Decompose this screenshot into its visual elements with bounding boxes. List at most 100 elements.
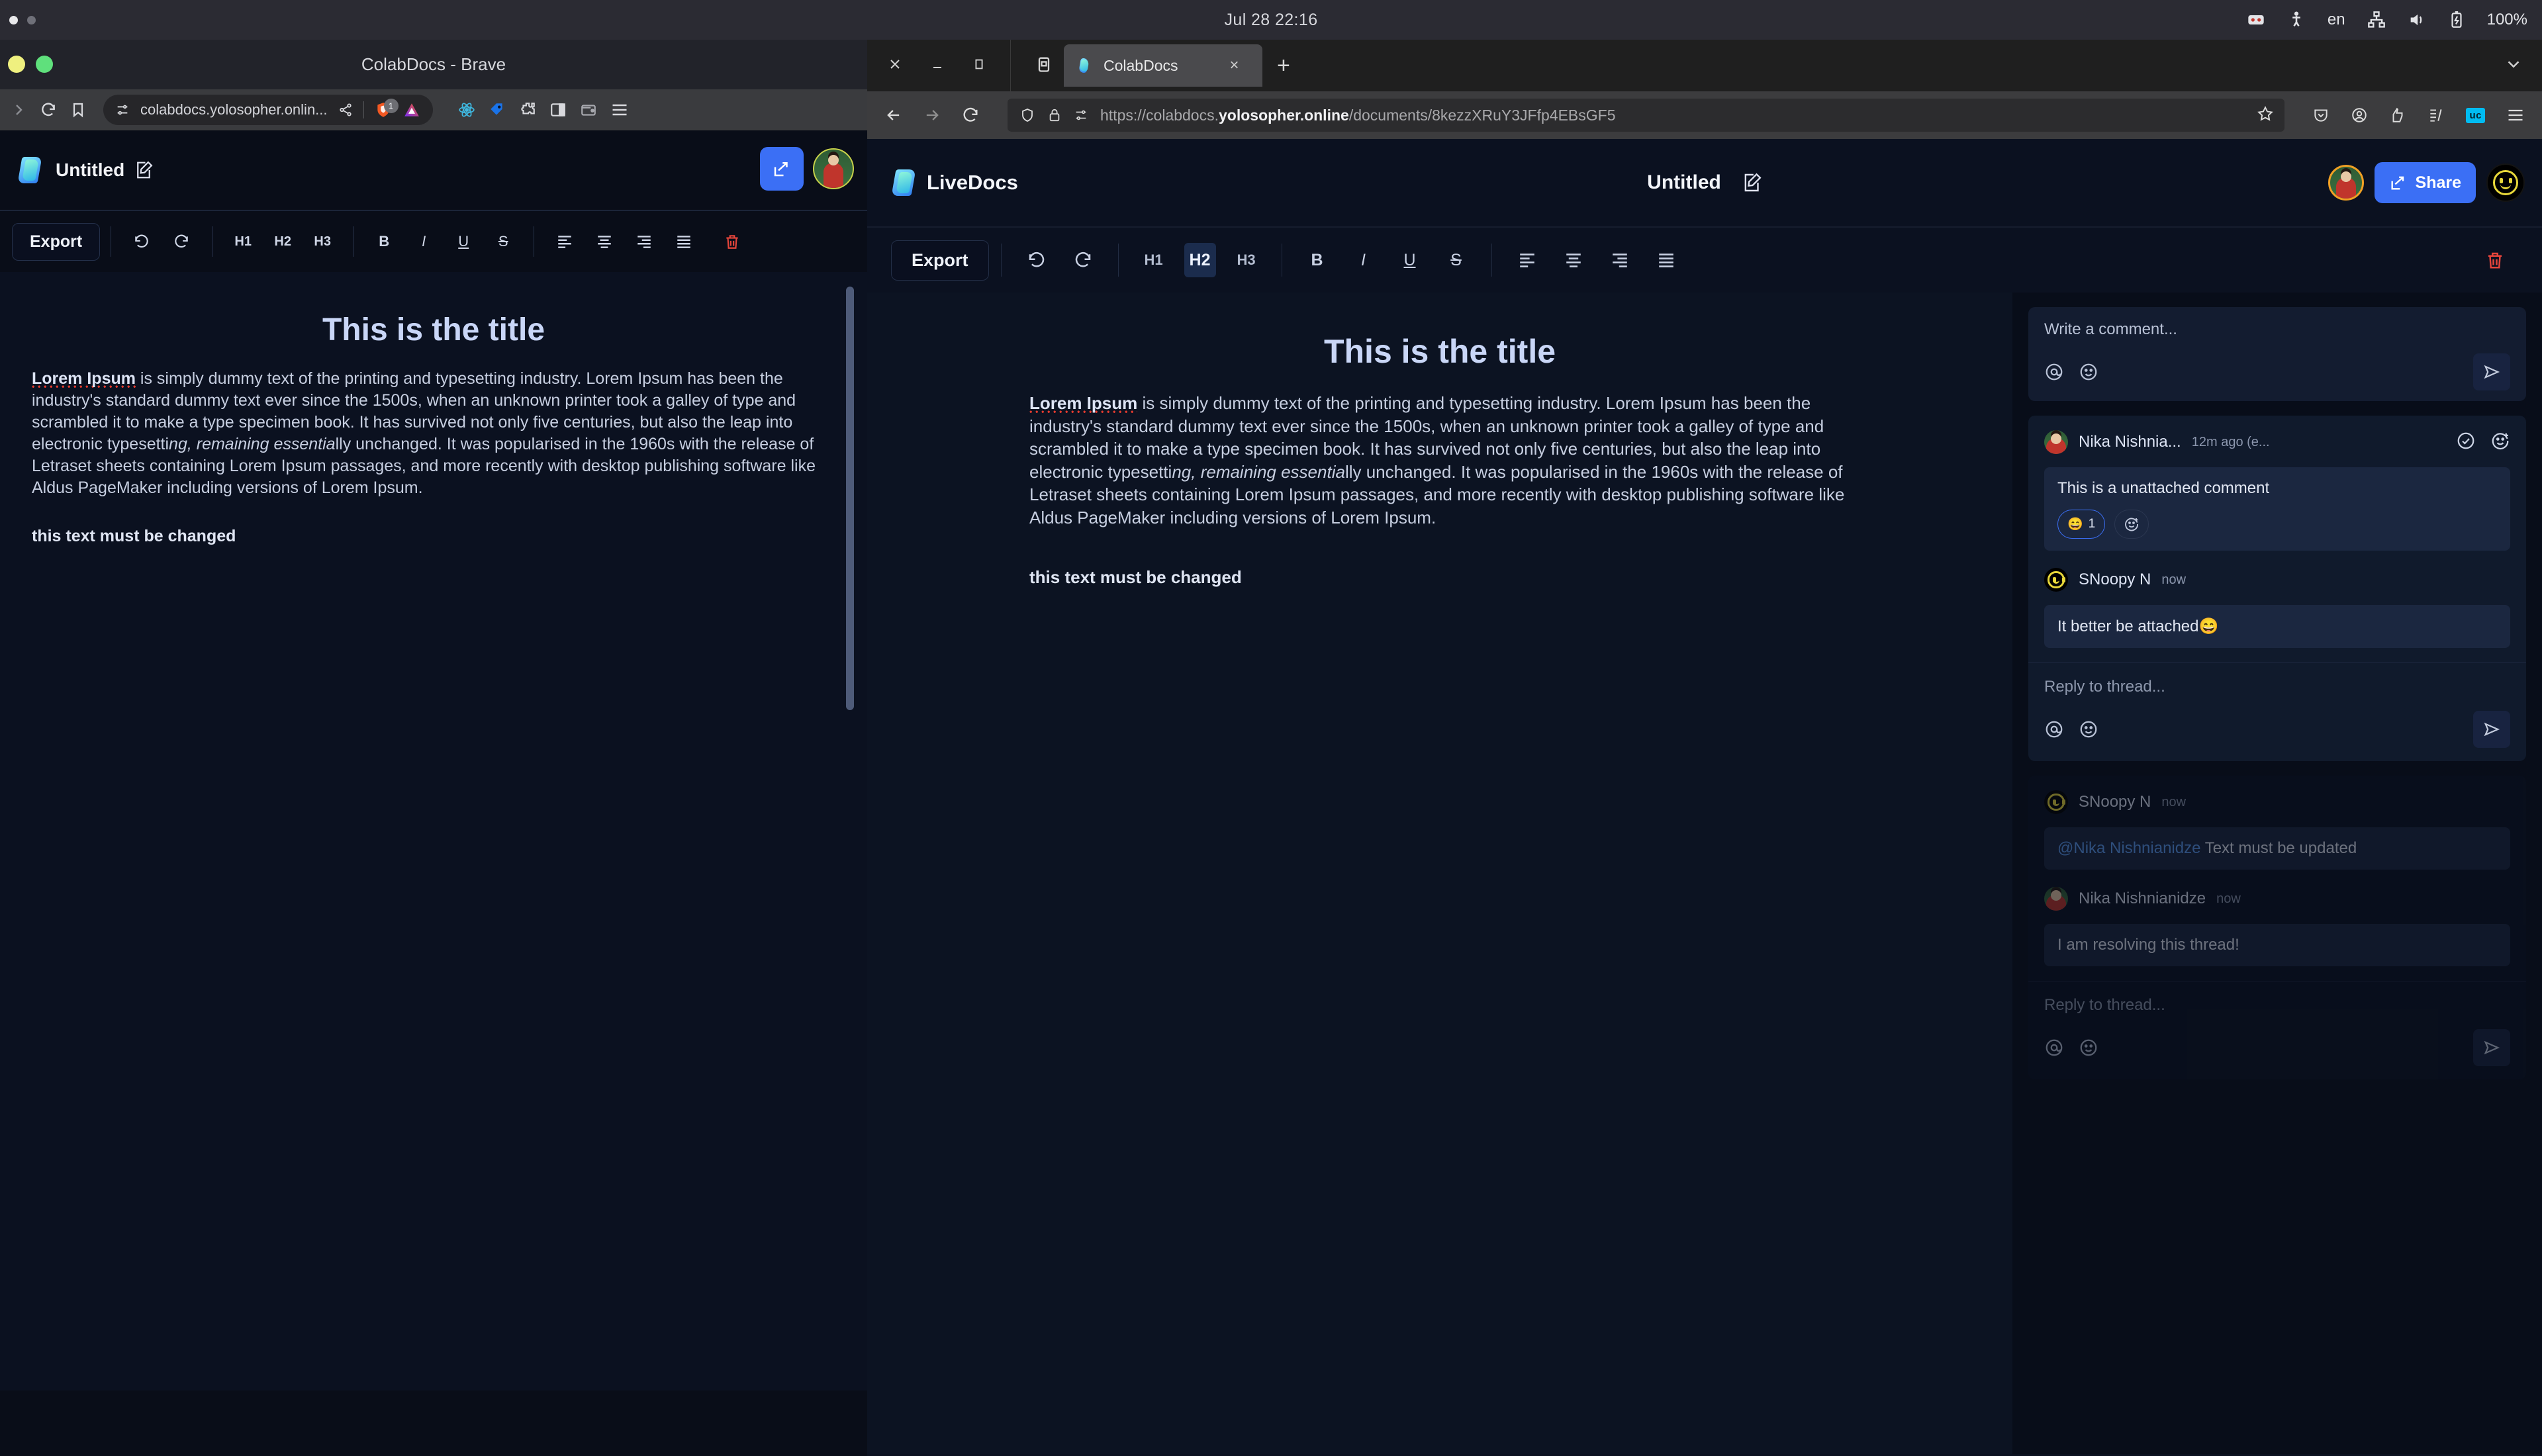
align-right-icon[interactable] bbox=[1604, 243, 1636, 277]
align-justify-icon[interactable] bbox=[1650, 243, 1682, 277]
firefox-view-icon[interactable] bbox=[1035, 55, 1053, 77]
heading-3-button[interactable]: H3 bbox=[1231, 243, 1262, 277]
italic-button[interactable]: I bbox=[1348, 243, 1380, 277]
battery-icon[interactable] bbox=[2448, 11, 2465, 28]
wallet-icon[interactable] bbox=[580, 101, 597, 118]
resolve-thread-icon[interactable] bbox=[2456, 431, 2476, 454]
add-reaction-icon[interactable] bbox=[2114, 510, 2149, 539]
maximize-button[interactable] bbox=[36, 56, 53, 73]
document-title[interactable]: Untitled bbox=[1647, 171, 1721, 194]
undo-icon[interactable] bbox=[128, 227, 156, 256]
document-sheet[interactable]: This is the title Lorem Ipsum is simply … bbox=[1029, 293, 1850, 588]
redo-icon[interactable] bbox=[1067, 243, 1099, 277]
pocket-icon[interactable] bbox=[2312, 107, 2330, 124]
close-tab-icon[interactable]: × bbox=[1230, 56, 1239, 75]
forward-icon[interactable] bbox=[11, 102, 26, 118]
avatar[interactable] bbox=[2486, 163, 2525, 202]
scrollbar-thumb[interactable] bbox=[846, 287, 854, 710]
emoji-icon[interactable] bbox=[2079, 362, 2098, 382]
network-icon[interactable] bbox=[2367, 11, 2386, 29]
avatar[interactable] bbox=[2044, 430, 2068, 454]
italic-button[interactable]: I bbox=[410, 227, 438, 256]
doc-paragraph[interactable]: Lorem Ipsum is simply dummy text of the … bbox=[1029, 392, 1850, 529]
strikethrough-button[interactable]: S bbox=[489, 227, 517, 256]
left-doc-paragraph[interactable]: Lorem Ipsum is simply dummy text of the … bbox=[32, 368, 835, 499]
avatar[interactable] bbox=[2044, 887, 2068, 911]
comment-bubble[interactable]: I am resolving this thread! bbox=[2044, 924, 2510, 966]
scrollbar-track[interactable] bbox=[846, 272, 861, 1390]
underline-button[interactable]: U bbox=[449, 227, 477, 256]
heading-1-button[interactable]: H1 bbox=[229, 227, 257, 256]
comment-thread[interactable]: SNoopy N now @Nika Nishnianidze Text mus… bbox=[2028, 776, 2526, 1079]
window-traffic-lights[interactable] bbox=[8, 56, 53, 73]
underline-button[interactable]: U bbox=[1394, 243, 1426, 277]
heading-1-button[interactable]: H1 bbox=[1138, 243, 1170, 277]
thread-reply-composer[interactable]: Reply to thread... bbox=[2044, 981, 2510, 1073]
avatar[interactable] bbox=[2044, 790, 2068, 814]
document-editor[interactable]: This is the title Lorem Ipsum is simply … bbox=[867, 293, 2012, 1454]
brave-shields-icon[interactable]: 1 bbox=[375, 99, 399, 118]
sidebar-icon[interactable] bbox=[549, 101, 567, 118]
emoji-icon[interactable] bbox=[2079, 1038, 2098, 1058]
reaction-pill[interactable]: 😄 1 bbox=[2057, 510, 2106, 539]
comment-bubble[interactable]: This is a unattached comment 😄 1 bbox=[2044, 467, 2510, 551]
heading-3-button[interactable]: H3 bbox=[308, 227, 336, 256]
send-reply-button[interactable] bbox=[2473, 711, 2510, 748]
mention-icon[interactable] bbox=[2044, 719, 2064, 739]
share-icon[interactable] bbox=[338, 103, 353, 117]
heading-2-button[interactable]: H2 bbox=[1184, 243, 1216, 277]
reader-icon[interactable] bbox=[2427, 107, 2445, 124]
hamburger-menu-icon[interactable] bbox=[2506, 106, 2525, 124]
align-justify-icon[interactable] bbox=[670, 227, 698, 256]
uc-extension-icon[interactable]: uc bbox=[2466, 107, 2485, 123]
keyboard-language-indicator[interactable]: en bbox=[2328, 11, 2345, 29]
left-doc-heading[interactable]: This is the title bbox=[32, 272, 835, 348]
trash-icon[interactable] bbox=[718, 227, 746, 256]
comment-thread[interactable]: Nika Nishnia... 12m ago (e... This is a … bbox=[2028, 416, 2526, 761]
doc-note[interactable]: this text must be changed bbox=[1029, 567, 1850, 588]
brave-url-text[interactable]: colabdocs.yolosopher.onlin... bbox=[140, 101, 328, 118]
accessibility-icon[interactable] bbox=[2287, 11, 2306, 29]
avatar[interactable] bbox=[813, 148, 854, 189]
reload-icon[interactable] bbox=[961, 106, 980, 124]
align-center-icon[interactable] bbox=[590, 227, 618, 256]
align-left-icon[interactable] bbox=[1511, 243, 1543, 277]
volume-icon[interactable] bbox=[2408, 11, 2426, 29]
account-icon[interactable] bbox=[2351, 107, 2368, 124]
emoji-icon[interactable] bbox=[2079, 719, 2098, 739]
new-tab-button[interactable]: + bbox=[1277, 53, 1290, 79]
add-reaction-icon[interactable] bbox=[2490, 431, 2510, 454]
url-text[interactable]: https://colabdocs.yolosopher.online/docu… bbox=[1100, 107, 1616, 124]
lock-icon[interactable] bbox=[1047, 108, 1062, 122]
colabdocs-logo-icon[interactable] bbox=[16, 156, 45, 185]
url-bar[interactable]: https://colabdocs.yolosopher.online/docu… bbox=[1008, 99, 2285, 132]
minimize-button[interactable] bbox=[8, 56, 25, 73]
edit-title-icon[interactable] bbox=[1741, 172, 1762, 193]
share-button[interactable]: Share bbox=[2374, 162, 2476, 203]
brave-rewards-icon[interactable] bbox=[402, 101, 421, 118]
brave-address-bar[interactable]: colabdocs.yolosopher.onlin... 1 bbox=[103, 95, 433, 125]
back-icon[interactable] bbox=[884, 106, 903, 124]
align-right-icon[interactable] bbox=[630, 227, 658, 256]
doc-heading[interactable]: This is the title bbox=[1029, 332, 1850, 371]
strikethrough-button[interactable]: S bbox=[1440, 243, 1472, 277]
extensions-puzzle-icon[interactable] bbox=[519, 101, 536, 118]
bookmark-star-icon[interactable] bbox=[2257, 105, 2274, 126]
comment-bubble[interactable]: @Nika Nishnianidze Text must be updated bbox=[2044, 827, 2510, 870]
undo-icon[interactable] bbox=[1021, 243, 1053, 277]
shield-icon[interactable] bbox=[1019, 107, 1035, 123]
avatar[interactable] bbox=[2044, 568, 2068, 592]
export-button[interactable]: Export bbox=[12, 222, 101, 261]
comment-mention[interactable]: @Nika Nishnianidze bbox=[2057, 839, 2200, 857]
comment-composer-placeholder[interactable]: Write a comment... bbox=[2044, 320, 2510, 339]
forward-icon[interactable] bbox=[923, 106, 941, 124]
bold-button[interactable]: B bbox=[370, 227, 398, 256]
thread-reply-composer[interactable]: Reply to thread... bbox=[2044, 663, 2510, 754]
comment-composer[interactable]: Write a comment... bbox=[2028, 307, 2526, 401]
reply-placeholder[interactable]: Reply to thread... bbox=[2044, 996, 2510, 1015]
align-center-icon[interactable] bbox=[1558, 243, 1589, 277]
send-comment-button[interactable] bbox=[2473, 353, 2510, 390]
livedocs-brand[interactable]: LiveDocs bbox=[890, 168, 1018, 197]
left-doc-note[interactable]: this text must be changed bbox=[32, 527, 835, 546]
avatar[interactable] bbox=[2328, 165, 2364, 201]
